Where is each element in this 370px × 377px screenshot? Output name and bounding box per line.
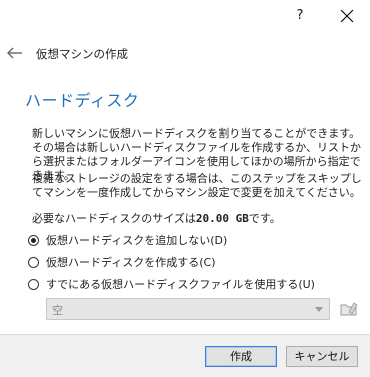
recommended-size-text: 必要なハードディスクのサイズは20.00 GBです。 — [32, 210, 281, 226]
disk-file-select-value: 空 — [52, 304, 63, 317]
radio-label: 仮想ハードディスクを追加しない(D) — [46, 234, 228, 247]
help-button[interactable]: ? — [290, 6, 310, 26]
folder-browse-icon[interactable] — [338, 298, 360, 320]
button-bar: 作成 キャンセル — [0, 334, 370, 377]
size-value: 20.00 GB — [195, 212, 249, 225]
page-title: ハードディスク — [25, 91, 140, 110]
disk-file-select[interactable]: 空 — [46, 298, 330, 320]
wizard-header: 仮想マシンの作成 — [0, 40, 370, 70]
radio-no-disk[interactable]: 仮想ハードディスクを追加しない(D) — [28, 232, 227, 248]
size-prefix: 必要なハードディスクのサイズは — [32, 212, 196, 225]
radio-create-disk[interactable]: 仮想ハードディスクを作成する(C) — [28, 254, 216, 270]
size-suffix: です。 — [248, 212, 281, 225]
radio-label: 仮想ハードディスクを作成する(C) — [46, 256, 216, 269]
radio-button[interactable] — [28, 256, 39, 268]
wizard-title: 仮想マシンの作成 — [36, 47, 128, 61]
radio-button[interactable] — [28, 234, 39, 246]
radio-label: すでにある仮想ハードディスクファイルを使用する(U) — [46, 278, 315, 291]
radio-button[interactable] — [28, 278, 39, 290]
storage-note-text: 複雑なストレージの設定をする場合は、このステップをスキップしてマシンを一度作成し… — [32, 172, 362, 199]
cancel-button[interactable]: キャンセル — [286, 346, 358, 367]
back-arrow-icon[interactable] — [6, 46, 24, 60]
radio-use-existing-disk[interactable]: すでにある仮想ハードディスクファイルを使用する(U) — [28, 276, 315, 292]
close-icon[interactable] — [336, 5, 358, 27]
window-titlebar: ? — [0, 0, 370, 30]
create-button[interactable]: 作成 — [205, 346, 277, 367]
chevron-down-icon — [315, 307, 323, 312]
